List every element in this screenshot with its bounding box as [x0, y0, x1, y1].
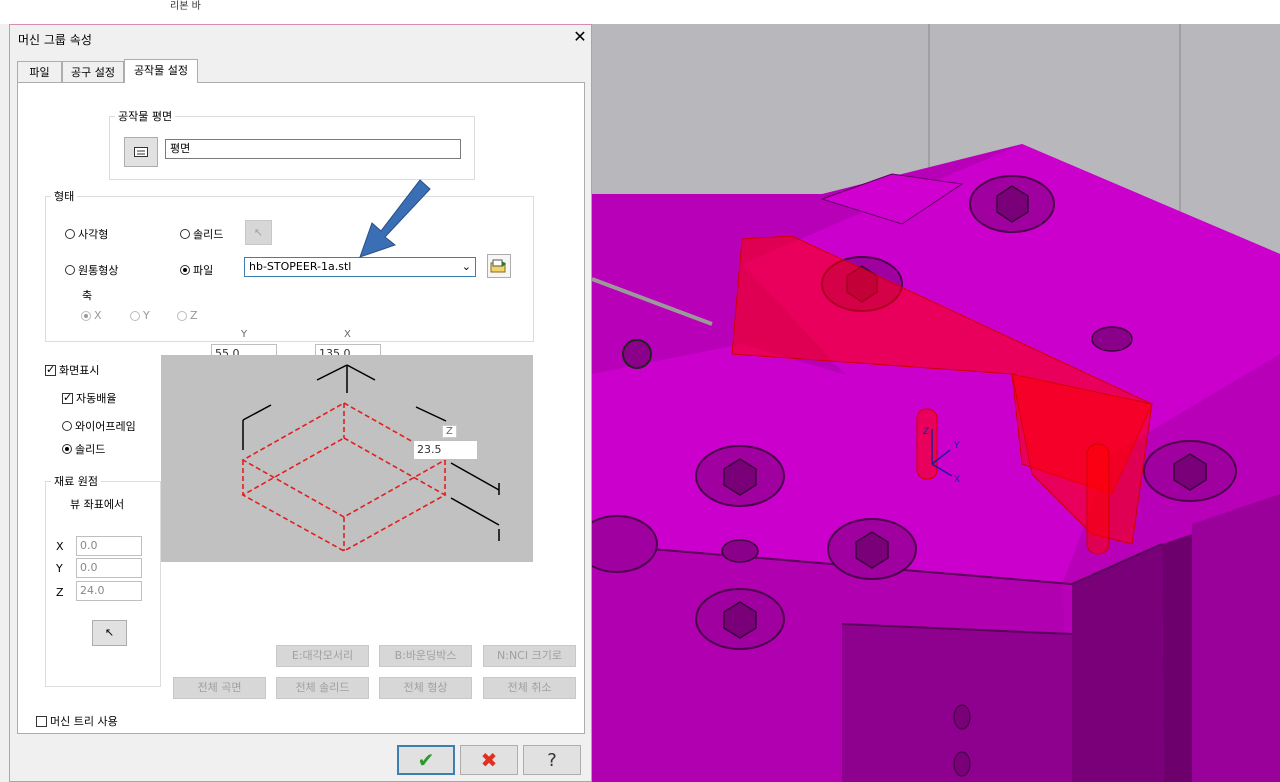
x-icon: ✖: [480, 748, 498, 772]
checkbox-box: [36, 715, 47, 727]
select-solid-button[interactable]: ↖: [245, 220, 272, 245]
tab-page: 공작물 평면 평면 형태 사각형 솔리드 ↖ 원통형상 파일 hb-STOPEE…: [17, 82, 585, 734]
bounding-box-button[interactable]: B:바운딩박스: [379, 645, 472, 667]
checkbox-label: 화면표시: [59, 364, 100, 377]
origin-y-label: Y: [56, 562, 63, 575]
preview-y-axis-label: Y: [241, 329, 248, 340]
ok-button[interactable]: ✔: [397, 745, 455, 775]
radio-rectangular[interactable]: 사각형: [65, 226, 108, 242]
stock-z-size-field[interactable]: 23.5: [413, 440, 478, 460]
radio-label: 사각형: [78, 228, 109, 241]
origin-subtitle: 뷰 좌표에서: [70, 498, 125, 511]
radio-label: 솔리드: [193, 228, 224, 241]
checkbox-box: [62, 391, 73, 404]
checkbox-box: [45, 363, 56, 376]
radio-solid[interactable]: 솔리드: [180, 226, 223, 242]
origin-y-field[interactable]: 0.0: [76, 558, 142, 578]
shape-legend: 형태: [54, 190, 75, 203]
checkbox-label: 머신 트리 사용: [50, 715, 118, 728]
select-origin-button[interactable]: ↖: [92, 620, 127, 646]
radio-axis-x[interactable]: X: [81, 309, 102, 322]
all-entities-button[interactable]: 전체 형상: [379, 677, 472, 699]
radio-label: 와이어프레임: [75, 420, 136, 433]
close-icon[interactable]: ✕: [570, 27, 590, 47]
radio-dot: [177, 310, 187, 321]
check-icon: ✔: [417, 748, 435, 772]
browse-file-button[interactable]: [487, 254, 511, 278]
radio-dot: [62, 421, 72, 431]
viewport-scene: Z Y X: [592, 24, 1280, 782]
radio-label: 원통형상: [78, 264, 119, 277]
auto-scale-checkbox[interactable]: 자동배율: [62, 390, 116, 406]
axis-label: 축: [82, 289, 93, 302]
radio-axis-y[interactable]: Y: [130, 309, 150, 322]
radio-cylindrical[interactable]: 원통형상: [65, 262, 118, 278]
radio-file[interactable]: 파일: [180, 262, 213, 278]
radio-wireframe[interactable]: 와이어프레임: [62, 418, 136, 434]
dialog-title: 머신 그룹 속성: [18, 33, 92, 47]
help-button[interactable]: ?: [523, 745, 581, 775]
preview-z-axis-label: Z: [442, 425, 457, 438]
radio-label: 솔리드: [75, 443, 106, 456]
cursor-icon: ↖: [104, 626, 115, 639]
origin-z-field[interactable]: 24.0: [76, 581, 142, 601]
radio-dot: [81, 310, 91, 321]
radio-dot: [130, 310, 140, 321]
radio-dot: [180, 265, 190, 275]
graphics-viewport[interactable]: Z Y X: [592, 24, 1280, 782]
stock-origin-legend: 재료 원점: [54, 475, 98, 488]
cancel-button[interactable]: ✖: [460, 745, 518, 775]
origin-x-label: X: [56, 540, 64, 553]
ribbon-label: 리본 바: [170, 1, 201, 12]
unselect-all-button[interactable]: 전체 취소: [483, 677, 576, 699]
radio-dot: [180, 229, 190, 239]
radio-axis-z[interactable]: Z: [177, 309, 198, 322]
radio-dot: [65, 229, 75, 239]
all-solids-button[interactable]: 전체 솔리드: [276, 677, 369, 699]
svg-text:Z: Z: [923, 427, 929, 437]
tab-file[interactable]: 파일: [17, 61, 62, 82]
radio-label: Z: [190, 309, 198, 322]
tab-stock-setup[interactable]: 공작물 설정: [124, 59, 198, 83]
annotation-arrow-icon: [359, 179, 431, 258]
chevron-down-icon: ⌄: [461, 260, 471, 273]
open-folder-icon: [490, 259, 506, 273]
svg-text:Y: Y: [953, 441, 960, 451]
checkbox-label: 자동배율: [76, 392, 117, 405]
origin-x-field[interactable]: 0.0: [76, 536, 142, 556]
stock-plane-legend: 공작물 평면: [118, 110, 173, 123]
nci-extents-button[interactable]: N:NCI 크기로: [483, 645, 576, 667]
stock-box-wireframe: [241, 402, 447, 552]
help-icon: ?: [547, 749, 557, 771]
plane-select-button[interactable]: [124, 137, 158, 167]
stock-file-value: hb-STOPEER-1a.stl: [249, 260, 352, 273]
radio-dot: [62, 444, 72, 454]
plane-name-field[interactable]: 평면: [165, 139, 461, 159]
radio-label: 파일: [193, 264, 214, 277]
radio-label: X: [94, 309, 102, 322]
radio-dot: [65, 265, 75, 275]
plane-list-icon: [134, 147, 148, 157]
all-surfaces-button[interactable]: 전체 곡면: [173, 677, 266, 699]
origin-z-label: Z: [56, 586, 64, 599]
radio-label: Y: [143, 309, 150, 322]
tab-tool-settings[interactable]: 공구 설정: [62, 61, 124, 82]
machine-group-properties-dialog: 머신 그룹 속성 ✕ 파일 공구 설정 공작물 설정 공작물 평면 평면 형태 …: [9, 24, 592, 782]
preview-x-axis-label: X: [344, 329, 351, 340]
cursor-icon: ↖: [253, 226, 264, 239]
svg-text:X: X: [954, 475, 960, 485]
display-checkbox[interactable]: 화면표시: [45, 362, 99, 378]
diagonal-corner-button[interactable]: E:대각모서리: [276, 645, 369, 667]
radio-display-solid[interactable]: 솔리드: [62, 441, 105, 457]
machine-tree-checkbox[interactable]: 머신 트리 사용: [36, 713, 118, 729]
